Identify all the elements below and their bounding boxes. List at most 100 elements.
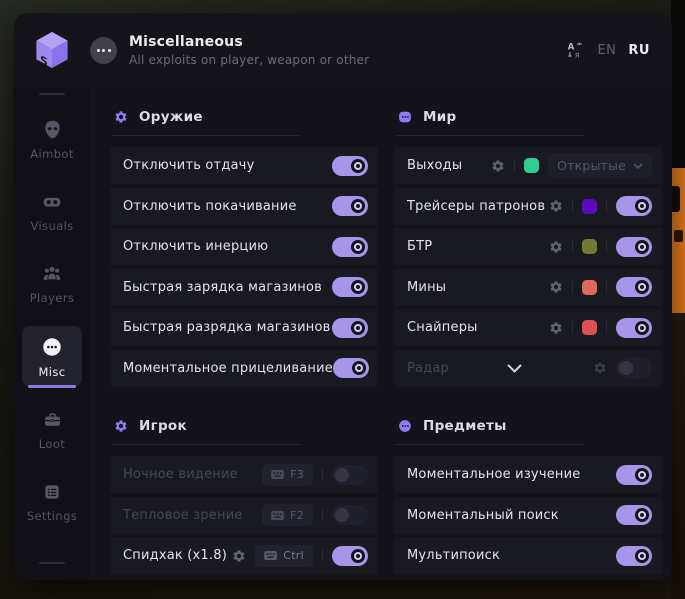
toggle-row[interactable]: Быстрая зарядка магазинов [110, 269, 378, 306]
toggle-row-disabled[interactable]: Радар [394, 350, 662, 387]
toggle-switch[interactable] [333, 358, 369, 378]
chevron-down-icon [633, 163, 643, 169]
control-separator [322, 468, 323, 481]
toggle-row[interactable]: Трейсеры патронов [394, 188, 662, 225]
control-separator [606, 281, 607, 294]
control-separator [572, 240, 573, 253]
toggle-row[interactable]: Отключить покачивание [110, 188, 378, 225]
toggle-row[interactable]: Снайперы [394, 309, 662, 346]
section-weapon: Оружие Отключить отдачу Отключить покачи… [110, 99, 378, 390]
keybind-badge[interactable]: Ctrl [255, 545, 313, 567]
toggle-switch[interactable] [616, 196, 652, 216]
exits-dropdown[interactable]: Открытые [548, 153, 652, 178]
items-icon [398, 419, 412, 433]
row-label: Отключить покачивание [123, 199, 297, 214]
toggle-switch[interactable] [332, 156, 368, 176]
sidebar-item-label: Visuals [30, 219, 73, 233]
translate-icon: A я [566, 41, 585, 60]
toggle-row[interactable]: Моментальное прицеливание [110, 350, 378, 387]
row-label: БТР [407, 239, 432, 254]
sidebar-item-visuals[interactable]: Visuals [22, 182, 82, 241]
sidebar-item-players[interactable]: Players [22, 254, 82, 313]
ellipsis-badge-icon [90, 37, 117, 64]
toggle-row[interactable]: Моментальное изучение [394, 456, 662, 493]
sidebar-item-label: Settings [27, 509, 77, 523]
row-settings-gear-icon[interactable] [549, 280, 563, 294]
toggle-row[interactable]: Мины [394, 269, 662, 306]
toggle-switch[interactable] [616, 237, 652, 257]
control-separator [606, 321, 607, 334]
row-label: Моментальное прицеливание [123, 361, 333, 376]
control-separator [606, 240, 607, 253]
toggle-switch[interactable] [616, 465, 652, 485]
toggle-row[interactable]: Отключить инерцию [110, 228, 378, 265]
sidebar-item-label: Misc [38, 365, 65, 379]
svg-text:A: A [568, 42, 575, 52]
color-swatch[interactable] [582, 199, 597, 214]
row-settings-gear-icon[interactable] [593, 361, 607, 375]
color-swatch[interactable] [582, 280, 597, 295]
toggle-switch[interactable] [332, 505, 368, 525]
toggle-switch[interactable] [616, 318, 652, 338]
row-settings-gear-icon[interactable] [232, 549, 246, 563]
color-swatch[interactable] [582, 239, 597, 254]
keyboard-icon [264, 551, 277, 560]
gear-icon [114, 419, 128, 433]
keybind-badge[interactable]: F2 [262, 504, 313, 526]
toggle-switch[interactable] [616, 505, 652, 525]
section-divider [112, 135, 300, 136]
section-divider [396, 444, 584, 445]
row-label: Радар [407, 361, 449, 376]
toggle-switch[interactable] [616, 277, 652, 297]
color-swatch[interactable] [582, 320, 597, 335]
sidebar-item-settings[interactable]: Settings [22, 472, 82, 531]
row-label: Выходы [407, 158, 462, 173]
toggle-switch[interactable] [332, 318, 368, 338]
toggle-row[interactable]: Тепловое зрение F2 [110, 497, 378, 534]
toggle-row[interactable]: Ночное видение F3 [110, 456, 378, 493]
toggle-row[interactable]: БТР [394, 228, 662, 265]
row-label: Мины [407, 280, 446, 295]
expand-chevron-down-icon[interactable] [507, 364, 522, 373]
toggle-row[interactable]: Моментальный поиск [394, 497, 662, 534]
toggle-switch[interactable] [332, 277, 368, 297]
toggle-switch[interactable] [616, 546, 652, 566]
toggle-row[interactable]: Мультипоиск [394, 537, 662, 574]
row-settings-gear-icon[interactable] [549, 240, 563, 254]
dropdown-row[interactable]: Выходы Открытые [394, 147, 662, 184]
toggle-switch[interactable] [332, 546, 368, 566]
sidebar-item-label: Players [30, 291, 75, 305]
row-label: Моментальный поиск [407, 508, 559, 523]
row-settings-gear-icon[interactable] [549, 199, 563, 213]
row-settings-gear-icon[interactable] [491, 159, 505, 173]
toggle-switch[interactable] [616, 358, 652, 378]
lang-en-button[interactable]: EN [597, 43, 616, 58]
keybind-badge[interactable]: F3 [262, 464, 313, 486]
settings-list-icon [42, 482, 62, 502]
toggle-switch[interactable] [332, 196, 368, 216]
cheat-menu-window: S G Miscellaneous All exploits on player… [14, 13, 672, 580]
row-settings-gear-icon[interactable] [549, 321, 563, 335]
toggle-switch[interactable] [332, 465, 368, 485]
toggle-row[interactable]: Спидхак (x1.8) Ctrl [110, 537, 378, 574]
lang-ru-button[interactable]: RU [628, 43, 650, 58]
control-separator [572, 321, 573, 334]
control-separator [514, 159, 515, 172]
toggle-switch[interactable] [332, 237, 368, 257]
section-title: Предметы [423, 418, 507, 434]
sidebar-item-misc[interactable]: Misc [22, 326, 82, 387]
page-subtitle: All exploits on player, weapon or other [129, 53, 369, 67]
sidebar-item-loot[interactable]: Loot [22, 400, 82, 459]
toggle-row[interactable]: Быстрая разрядка магазинов [110, 309, 378, 346]
background-game-artifact [672, 168, 685, 313]
color-swatch[interactable] [524, 158, 539, 173]
players-icon [41, 264, 63, 284]
control-separator [606, 200, 607, 213]
section-player: Игрок Ночное видение F3 [110, 408, 378, 578]
sidebar-item-aimbot[interactable]: Aimbot [22, 109, 82, 169]
background-brown-strip [671, 313, 685, 599]
section-divider [112, 444, 300, 445]
toggle-row[interactable]: Отключить отдачу [110, 147, 378, 184]
row-label: Отключить инерцию [123, 239, 268, 254]
header: S G Miscellaneous All exploits on player… [14, 13, 672, 87]
